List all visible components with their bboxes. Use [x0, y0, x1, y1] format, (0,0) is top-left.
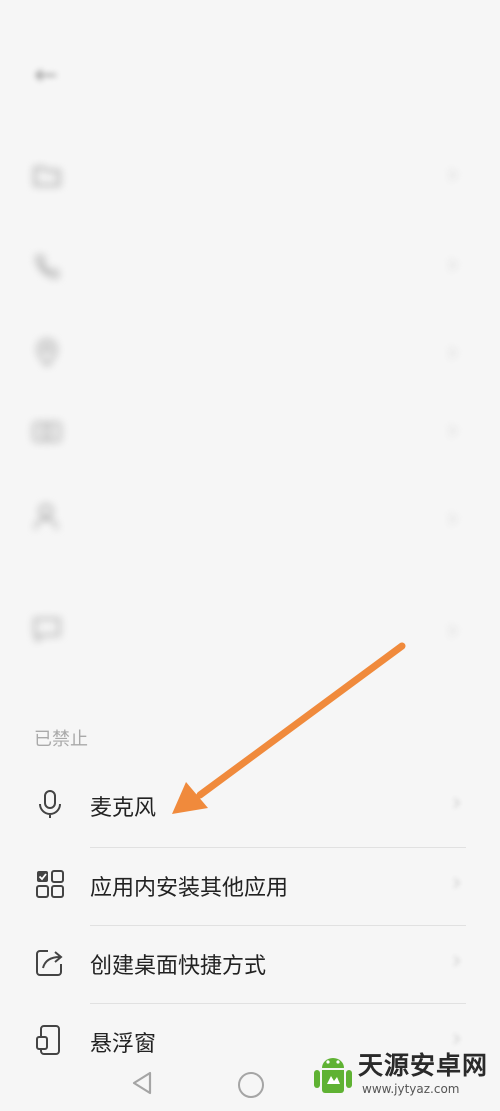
back-arrow-icon[interactable]: ←	[34, 58, 57, 91]
permission-label: 麦克风	[90, 796, 157, 821]
chevron-right-icon: ›	[452, 946, 462, 974]
chevron-right-icon: ›	[448, 250, 458, 278]
permission-item-shortcut[interactable]: 创建桌面快捷方式 ›	[0, 926, 500, 1004]
nav-home-icon[interactable]	[238, 1072, 264, 1098]
app-grid-icon	[36, 870, 64, 898]
phone-icon	[35, 254, 60, 279]
contacts-icon	[34, 504, 58, 530]
folder-icon	[33, 166, 61, 187]
chevron-right-icon: ›	[448, 504, 458, 532]
permission-item-install-apps[interactable]: 应用内安装其他应用 ›	[0, 848, 500, 926]
status-bar	[0, 0, 500, 36]
header: ←	[0, 44, 500, 114]
nav-back-icon[interactable]	[130, 1070, 154, 1096]
permission-label: 创建桌面快捷方式	[90, 954, 267, 979]
permission-item-microphone[interactable]: 麦克风 ›	[0, 768, 500, 846]
chevron-right-icon: ›	[448, 338, 458, 366]
watermark-text: 天源安卓网	[358, 1051, 489, 1080]
watermark: 天源安卓网 www.jytyaz.com	[308, 1044, 500, 1104]
message-icon	[34, 618, 60, 643]
location-icon	[36, 338, 58, 367]
chevron-right-icon: ›	[448, 416, 458, 444]
chevron-right-icon: ›	[448, 616, 458, 644]
chevron-right-icon: ›	[452, 868, 462, 896]
forbidden-section-label: 已禁止	[34, 729, 88, 750]
watermark-logo-icon	[314, 1058, 352, 1093]
chevron-right-icon: ›	[448, 160, 458, 188]
watermark-url: www.jytyaz.com	[362, 1082, 460, 1096]
microphone-icon	[39, 790, 61, 818]
shortcut-icon	[36, 950, 63, 976]
camera-icon	[33, 422, 61, 442]
permission-label: 应用内安装其他应用	[90, 876, 289, 901]
chevron-right-icon: ›	[452, 788, 462, 816]
